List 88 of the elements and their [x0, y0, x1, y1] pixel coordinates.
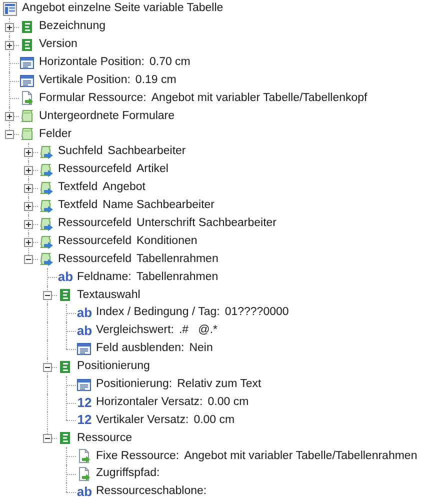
tree-item-label[interactable]: Ressourcefeld: [58, 250, 132, 268]
collapse-button[interactable]: [24, 255, 33, 264]
tree-item-label[interactable]: Textfeld: [58, 197, 98, 214]
type-label: 12: [76, 396, 93, 410]
window-icon: [76, 340, 92, 357]
collapse-button[interactable]: [43, 362, 52, 372]
tree-item-value: Relativ zum Text: [177, 377, 262, 392]
section-icon: [57, 358, 73, 375]
tree-item-label[interactable]: Ressourceschablone:: [96, 483, 207, 499]
tree-item-label[interactable]: Ressource: [77, 430, 132, 447]
section-icon: [57, 430, 73, 446]
collapse-button[interactable]: [43, 291, 52, 300]
expand-button[interactable]: [24, 238, 33, 247]
tree-item-value: Tabellenrahmen: [136, 270, 218, 285]
tree-item-label[interactable]: Fixe Ressource:: [96, 448, 180, 465]
scroll-arrow-icon: [38, 216, 54, 232]
type-label: 12: [76, 413, 93, 428]
tree-item-label[interactable]: Vertikaler Versatz:: [96, 412, 189, 430]
expand-button[interactable]: [5, 22, 14, 32]
tree-item-label[interactable]: Untergeordnete Formulare: [39, 108, 175, 125]
tree-item-value: 0.70 cm: [149, 54, 190, 70]
scroll-arrow-icon: [38, 251, 54, 268]
scroll-arrow-icon: [38, 234, 54, 250]
tree-item-value: Tabellenrahmen: [136, 252, 218, 267]
tree-item-label[interactable]: Textfeld: [58, 179, 98, 196]
tree-item-value: Artikel: [136, 162, 168, 178]
document-arrow-icon: [76, 466, 92, 482]
document-arrow-icon: [76, 448, 92, 464]
section-icon: [57, 287, 73, 304]
tree-item-value: 0.00 cm: [208, 394, 249, 410]
form-icon: [2, 0, 18, 17]
tree-item-label[interactable]: Ressourcefeld: [58, 215, 132, 232]
scroll-icon: [19, 108, 35, 124]
tree-item-label[interactable]: Index / Bedingung / Tag:: [96, 304, 220, 322]
type-label: ab: [57, 270, 74, 284]
window-icon: [76, 376, 92, 393]
window-icon: [19, 54, 35, 71]
type-label: ab: [76, 324, 93, 338]
scroll-arrow-icon: [38, 162, 54, 178]
tree-item-value: 0.19 cm: [135, 72, 176, 88]
tree-item-label[interactable]: Vertikale Position:: [39, 72, 130, 90]
tree-item-label[interactable]: Horizontale Position:: [39, 54, 144, 72]
scroll-arrow-icon: [38, 198, 54, 214]
expand-button[interactable]: [24, 202, 33, 211]
tree-item-label[interactable]: Felder: [39, 126, 72, 143]
tree-item-label[interactable]: Feldname:: [77, 268, 132, 286]
scroll-arrow-icon: [38, 180, 54, 196]
type-label: ab: [76, 306, 93, 320]
tree-item-label[interactable]: Horizontaler Versatz:: [96, 394, 203, 412]
expand-button[interactable]: [24, 220, 33, 229]
tree-item-label[interactable]: Positionierung:: [96, 376, 172, 394]
tree-item-label[interactable]: Suchfeld: [58, 143, 103, 161]
tree-item-value: Angebot: [102, 180, 146, 196]
tree-item-value: Unterschrift Sachbearbeiter: [136, 216, 276, 231]
tree-item-value: Nein: [189, 341, 213, 356]
section-icon: [19, 36, 35, 53]
tree-item-value: Angebot mit variabler Tabelle/Tabellenrahmen: [184, 448, 418, 464]
tree-item-label[interactable]: Zugriffspfad:: [96, 465, 160, 483]
expand-button[interactable]: [5, 112, 14, 122]
tree-item-label[interactable]: Angebot einzelne Seite variable Tabelle: [22, 0, 224, 18]
type-label: ab: [76, 484, 93, 499]
tree-item-label[interactable]: Feld ausblenden:: [96, 340, 184, 358]
tree-item-value: 0.00 cm: [194, 412, 235, 428]
tree-item-value: 01????0000: [224, 305, 289, 320]
window-icon: [19, 72, 35, 88]
tree-item-label[interactable]: Bezeichnung: [39, 18, 106, 36]
expand-button[interactable]: [24, 148, 33, 158]
tree-item-value: .# @.*: [178, 323, 218, 338]
scroll-arrow-icon: [38, 144, 54, 160]
tree-item-value: Angebot mit variabler Tabelle/Tabellenkopf: [151, 90, 368, 106]
tree-item-value: Name Sachbearbeiter: [102, 198, 215, 214]
tree-item-label[interactable]: Ressourcefeld: [58, 161, 132, 179]
scroll-icon: [19, 126, 35, 142]
document-arrow-icon: [19, 90, 35, 106]
collapse-button[interactable]: [43, 434, 52, 444]
expand-button[interactable]: [5, 40, 14, 50]
tree-item-label[interactable]: Vergleichswert:: [96, 322, 174, 340]
tree-item-value: Sachbearbeiter: [108, 144, 186, 160]
tree-item-label[interactable]: Positionierung: [77, 358, 150, 376]
collapse-button[interactable]: [5, 130, 14, 140]
section-icon: [19, 18, 35, 35]
expand-button[interactable]: [24, 184, 33, 193]
tree-item-label[interactable]: Formular Ressource:: [39, 90, 146, 108]
tree-item-value: Konditionen: [136, 234, 198, 249]
expand-button[interactable]: [24, 166, 33, 175]
tree-item-label[interactable]: Textauswahl: [77, 286, 140, 304]
tree-item-label[interactable]: Ressourcefeld: [58, 232, 132, 250]
tree-item-label[interactable]: Version: [39, 36, 78, 54]
